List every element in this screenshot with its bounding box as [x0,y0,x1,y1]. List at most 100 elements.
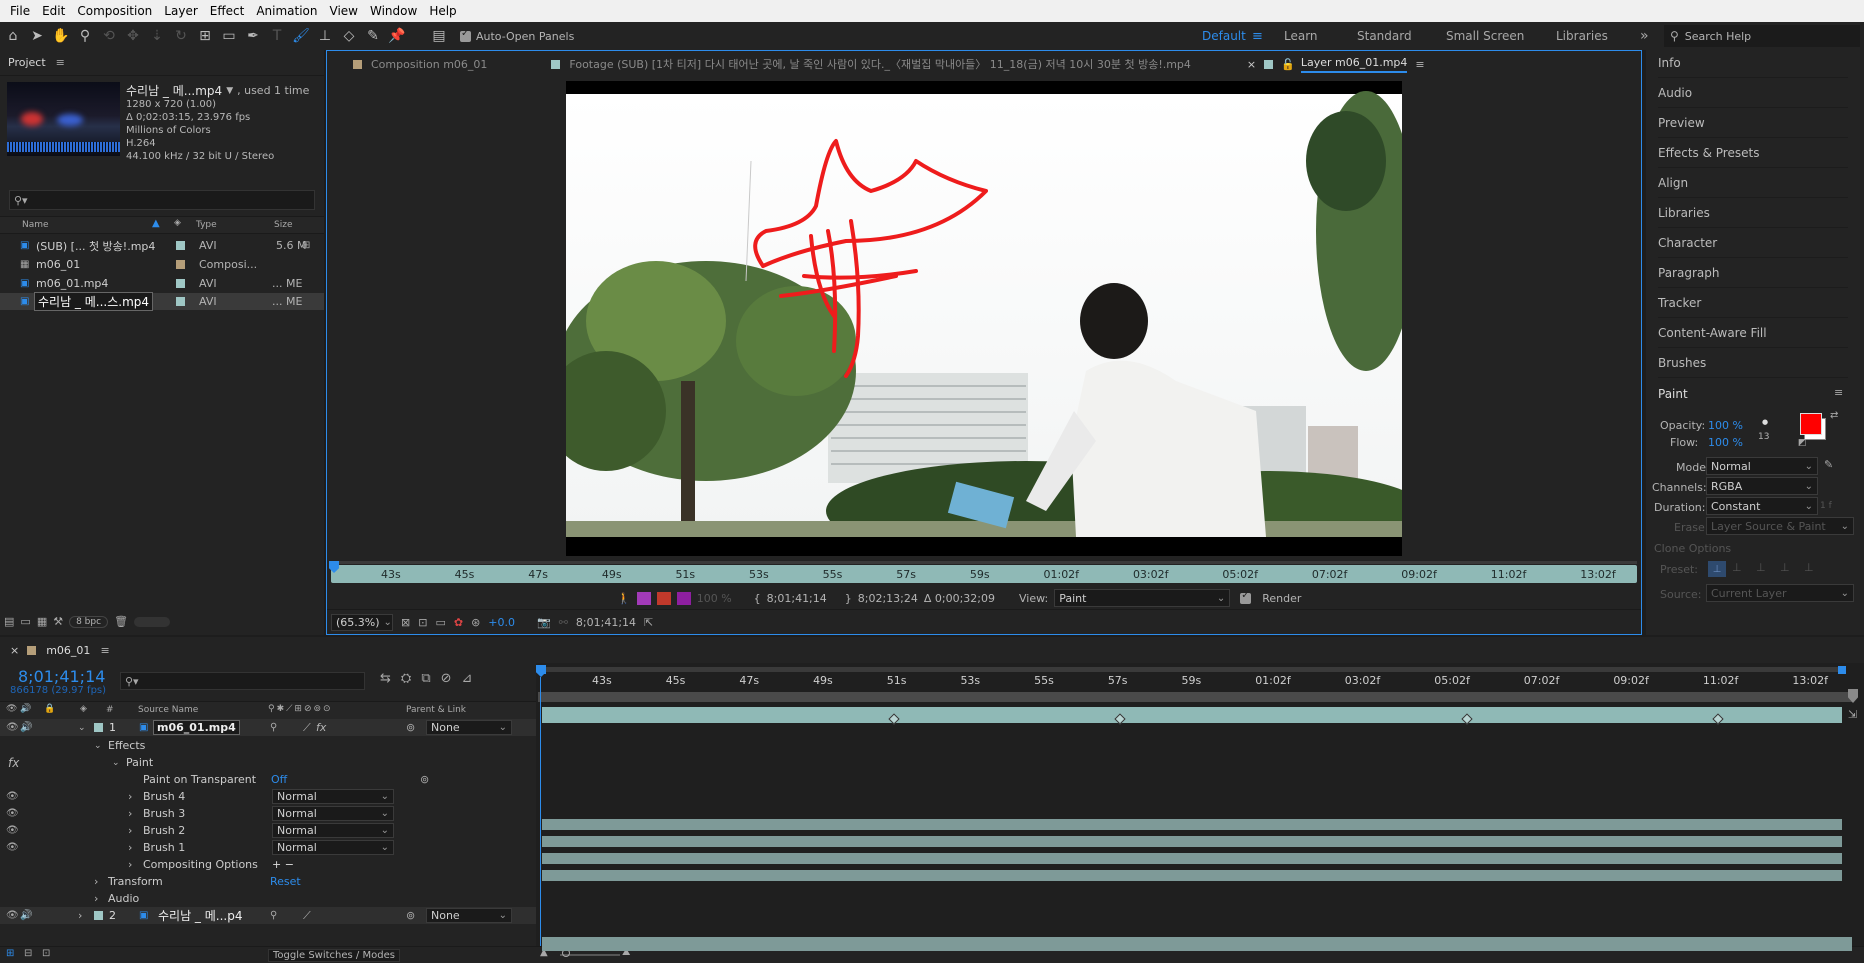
toggle-switches-modes[interactable]: Toggle Switches / Modes [268,949,400,962]
parent-dropdown[interactable]: None [426,908,512,923]
layer-time-ruler[interactable]: 43s 45s 47s 49s 51s 53s 55s 57s 59s 01:0… [329,561,1637,583]
column-type[interactable]: Type [196,220,217,230]
label-swatch[interactable] [176,241,185,250]
compositing-add-remove[interactable]: + − [272,858,294,871]
brush-1-bar[interactable] [542,870,1842,881]
color-management-icon[interactable]: ⊛ [471,616,480,629]
audio-visibility-icon[interactable]: 🔊 [20,910,32,921]
roto-brush-icon[interactable]: ✎ [362,25,384,47]
timeline-layer-2[interactable]: 👁 🔊 › 2 ▣ 수리남 _ 메...p4 ⚲ ⟋ ⊚ None [0,907,536,924]
duration-dropdown[interactable]: Constant [1706,497,1818,515]
view-dropdown[interactable]: Paint [1054,589,1231,607]
render-checkbox[interactable] [1240,590,1252,604]
color-channels-icon[interactable]: ✿ [454,616,463,629]
project-search[interactable]: ⚲▾ [9,190,315,210]
work-area-range[interactable] [538,692,1854,702]
compositing-options[interactable]: › Compositing Options + − [0,856,536,873]
out-time[interactable]: 8;02;13;24 [858,592,918,605]
menu-file[interactable]: File [4,4,36,18]
in-out-icon[interactable]: ⊡ [42,948,50,959]
work-area-end[interactable] [1838,666,1846,674]
exposure-value[interactable]: +0.0 [488,616,515,629]
layer-switches-icon[interactable]: ⊞ [6,948,14,959]
layer-end-icon[interactable]: ⇲ [1848,708,1857,721]
expand-icon[interactable]: › [128,858,132,871]
expand-icon[interactable]: › [128,841,132,854]
safe-margins-icon[interactable]: ⊡ [418,616,427,629]
in-time[interactable]: 8;01;41;14 [767,592,827,605]
view-overlay-magenta[interactable] [636,591,651,605]
type-tool-icon[interactable]: T [266,25,288,47]
shy-switch-icon[interactable]: ⚲ [270,722,277,733]
pen-tool-icon[interactable]: ✒ [242,25,264,47]
anchor-tool-icon[interactable]: ⊞ [194,25,216,47]
label-swatch[interactable] [176,297,185,306]
menu-view[interactable]: View [324,4,364,18]
video-visibility-icon[interactable]: 👁 [6,910,19,921]
menu-layer[interactable]: Layer [158,4,203,18]
brush-2-bar[interactable] [542,853,1842,864]
clone-preset-4-icon[interactable]: ⊥ [1780,561,1790,574]
brush-tip-icon[interactable]: ● [1762,418,1768,426]
foreground-color-swatch[interactable] [1800,413,1822,435]
layer-label-swatch[interactable] [94,723,103,732]
workspace-standard[interactable]: Standard [1357,22,1412,50]
close-tab-icon[interactable]: × [10,644,19,657]
layer-source-name[interactable]: m06_01.mp4 [153,720,240,735]
panel-info[interactable]: Info [1658,48,1848,78]
panel-effects-presets[interactable]: Effects & Presets [1658,138,1848,168]
brush-4-bar[interactable] [542,819,1842,830]
layer-2-duration-bar[interactable] [542,937,1852,951]
project-item-selected[interactable]: ▣ 수리남 _ 메...스.mp4 AVI ... ME [0,292,324,311]
brush-row[interactable]: 👁 › Brush 1 Normal [0,839,536,856]
work-area-bar[interactable] [540,667,1846,672]
mode-dropdown[interactable]: Normal [1706,457,1818,475]
dependency-icon[interactable]: ⊞ [302,240,310,251]
playhead[interactable] [536,665,546,677]
search-help[interactable]: ⚲ Search Help [1664,25,1860,47]
timeline-layer-1[interactable]: 👁 🔊 ⌄ 1 ▣ m06_01.mp4 ⚲ ⟋ fx ⊚ None [0,719,536,736]
timeline-graph[interactable]: 43s 45s 47s 49s 51s 53s 55s 57s 59s 01:0… [536,663,1864,951]
opacity-value[interactable]: 100 % [1708,419,1743,432]
pickwhip-icon[interactable]: ⊚ [420,773,429,786]
eyedropper-icon[interactable]: ✎ [1824,458,1833,471]
selection-tool-icon[interactable]: ➤ [26,25,48,47]
brush-visibility-icon[interactable]: 👁 [6,825,19,836]
project-item[interactable]: ▦ m06_01 Composi... [0,256,324,273]
panel-toggle-icon[interactable]: ▤ [428,25,450,47]
view-overlay-red[interactable] [656,591,671,605]
column-size[interactable]: Size [274,220,292,230]
tab-menu-icon[interactable]: ≡ [1415,58,1424,71]
lock-header-icon[interactable]: 🔒 [44,704,55,714]
expand-icon[interactable]: ⌄ [78,723,86,733]
snapshot-icon[interactable]: 📷 [537,616,551,629]
label-column-icon[interactable]: ◈ [174,218,181,228]
eraser-tool-icon[interactable]: ◇ [338,25,360,47]
expand-icon[interactable]: › [94,875,98,888]
footage-name[interactable]: 수리남 _ 메...mp4 [126,82,222,99]
paint-menu-icon[interactable]: ≡ [1834,386,1843,399]
clone-preset-3-icon[interactable]: ⊥ [1756,561,1766,574]
panel-character[interactable]: Character [1658,228,1848,258]
menu-animation[interactable]: Animation [250,4,323,18]
layer-label-swatch[interactable] [94,911,103,920]
show-snapshot-icon[interactable]: ⚯ [559,616,568,629]
brush-row[interactable]: 👁 › Brush 3 Normal [0,805,536,822]
shy-layers-icon[interactable]: ⧉ [421,671,430,686]
draft-3d-icon[interactable]: ⛭ [401,671,411,686]
clone-stamp-icon[interactable]: ⊥ [314,25,336,47]
brush-mode-dropdown[interactable]: Normal [272,789,394,804]
shy-switch-icon[interactable]: ⚲ [270,910,277,921]
sort-asc-icon[interactable]: ▲ [152,218,160,229]
adjust-icon[interactable]: ⚒ [53,615,63,628]
menu-effect[interactable]: Effect [204,4,251,18]
switches-header-icons[interactable]: ⚲✱⟋⊞⊘⊚⊙ [268,704,333,714]
label-header-icon[interactable]: ◈ [80,704,87,714]
paint-on-transparent-value[interactable]: Off [271,773,287,786]
flow-value[interactable]: 100 % [1708,436,1743,449]
rotate-tool-icon[interactable]: ↻ [170,25,192,47]
timeline-search[interactable]: ⚲▾ [120,672,365,690]
tab-composition[interactable]: Composition m06_01 [371,58,487,71]
hand-tool-icon[interactable]: ✋ [50,25,72,47]
tab-footage[interactable]: Footage (SUB) [1차 티저] 다시 태어난 곳에, 날 죽인 사람… [569,56,1191,72]
